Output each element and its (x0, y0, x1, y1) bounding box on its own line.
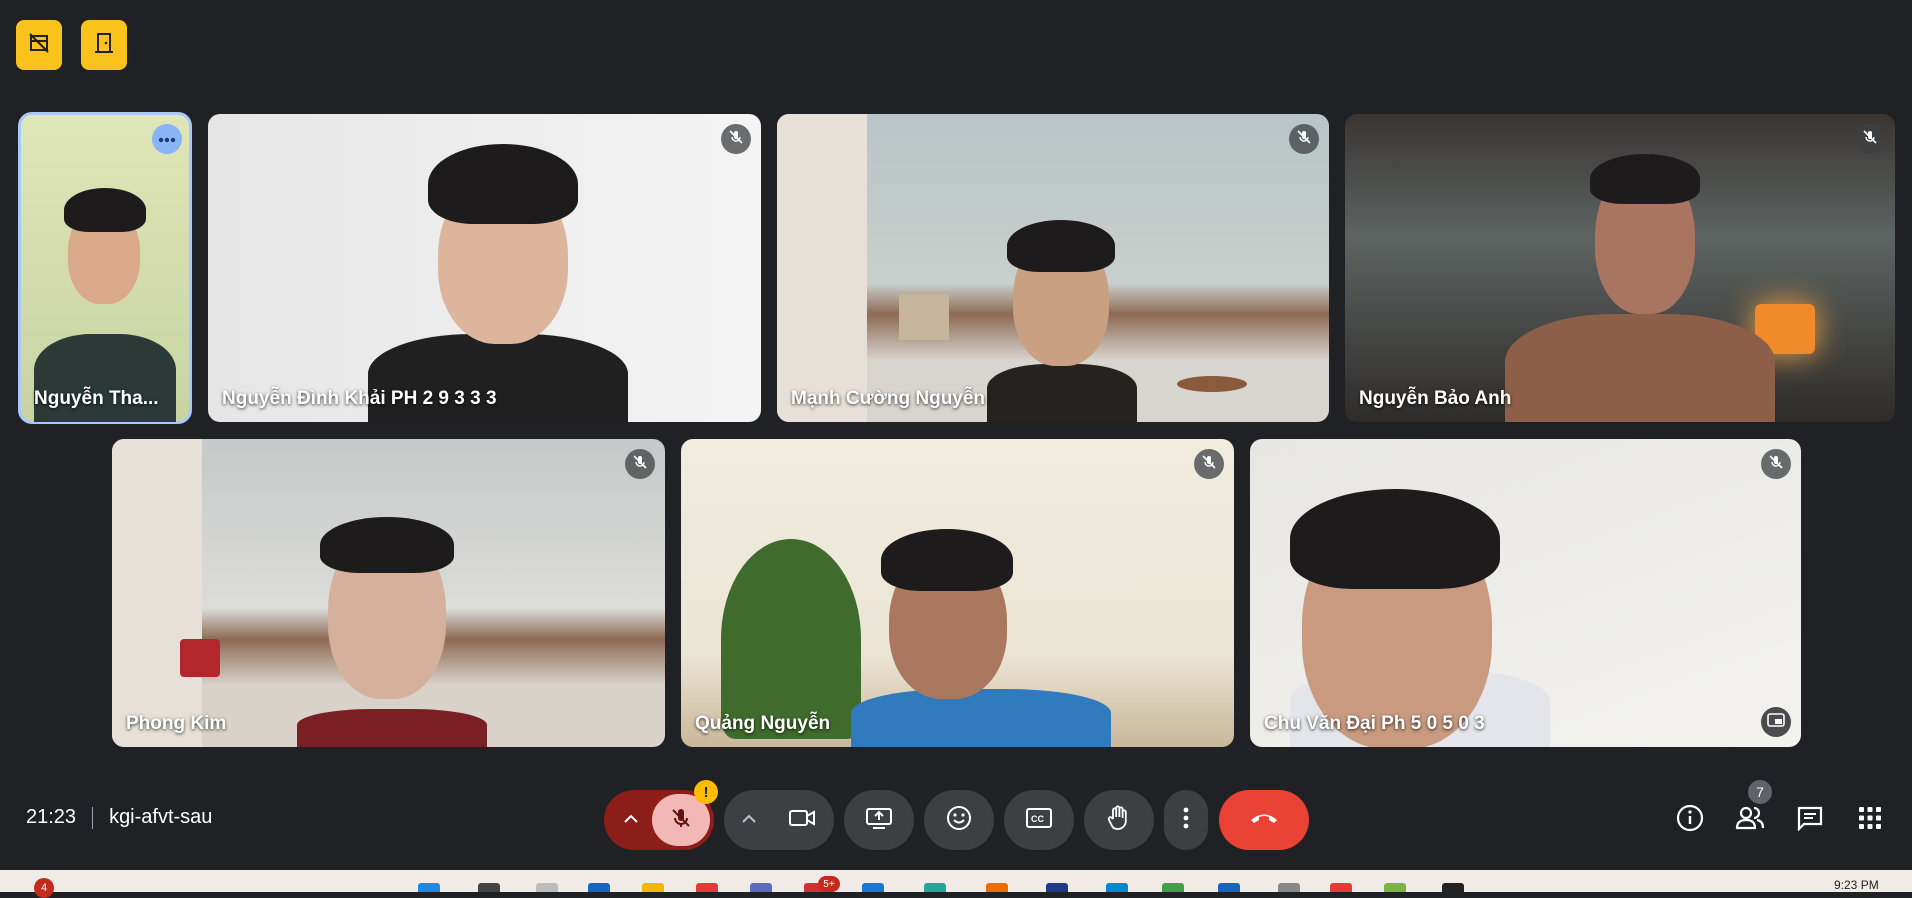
app-icon[interactable] (1384, 883, 1406, 892)
door-exit-icon (92, 31, 116, 60)
participant-name: Nguyễn Tha... (34, 388, 159, 409)
video-camera-icon (789, 809, 815, 832)
file-explorer-icon[interactable] (642, 883, 664, 892)
apps-grid-icon (1858, 806, 1882, 835)
participant-tile[interactable]: Phong Kim (112, 439, 665, 747)
muted-indicator (1289, 124, 1319, 154)
app-badge: 5+ (818, 876, 840, 892)
participant-name: Nguyễn Đình Khải PH 2 9 3 3 3 (222, 388, 497, 409)
audio-options-button[interactable] (604, 790, 658, 850)
hide-tiles-button[interactable] (16, 20, 62, 70)
participant-tile[interactable]: Nguyễn Bảo Anh (1345, 114, 1895, 422)
video-feed (1505, 314, 1775, 422)
os-taskbar (0, 870, 1912, 892)
meeting-info-button[interactable] (1668, 798, 1712, 842)
pip-icon (1767, 712, 1785, 732)
present-screen-icon (866, 807, 892, 834)
no-video-layout-icon (27, 31, 51, 60)
muted-indicator (1194, 449, 1224, 479)
info-icon (1676, 804, 1704, 837)
more-vertical-icon (1183, 807, 1189, 834)
participant-name: Mạnh Cường Nguyễn (791, 388, 986, 409)
participant-name: Nguyễn Bảo Anh (1359, 388, 1512, 409)
participant-tile[interactable]: Quảng Nguyễn (681, 439, 1234, 747)
participant-tile[interactable]: Nguyễn Tha... (18, 112, 192, 424)
more-options-button[interactable] (1164, 790, 1208, 850)
taskbar-clock: 9:23 PM (1834, 878, 1879, 892)
leave-room-button[interactable] (81, 20, 127, 70)
chevron-up-icon (742, 811, 756, 829)
chat-button[interactable] (1788, 798, 1832, 842)
muted-indicator (1855, 124, 1885, 154)
meeting-details: 21:23 kgi-afvt-sau (26, 806, 212, 829)
app-icon[interactable] (1330, 883, 1352, 892)
muted-indicator (721, 124, 751, 154)
store-icon[interactable] (862, 883, 884, 892)
start-icon[interactable] (418, 883, 440, 892)
mic-off-icon (1768, 454, 1784, 475)
participant-tile[interactable]: Nguyễn Đình Khải PH 2 9 3 3 3 (208, 114, 761, 422)
edge-icon[interactable] (588, 883, 610, 892)
muted-indicator (1761, 449, 1791, 479)
mic-off-icon (632, 454, 648, 475)
participant-count-badge: 7 (1748, 780, 1772, 804)
leave-call-button[interactable] (1219, 790, 1309, 850)
mic-off-icon (1201, 454, 1217, 475)
camera-control-group (724, 790, 834, 850)
app-icon[interactable] (1162, 883, 1184, 892)
participant-tile[interactable]: Chu Văn Đại Ph 5 0 5 0 3 (1250, 439, 1801, 747)
present-screen-button[interactable] (844, 790, 914, 850)
people-button[interactable]: 7 (1728, 780, 1772, 842)
app-icon[interactable] (1046, 883, 1068, 892)
divider (92, 806, 94, 829)
mic-control-group: ! (604, 780, 718, 850)
mic-off-icon (1296, 129, 1312, 150)
camera-toggle-button[interactable] (774, 794, 830, 846)
mic-warning-badge: ! (694, 780, 718, 804)
app-icon[interactable] (1106, 883, 1128, 892)
vscode-icon[interactable] (1218, 883, 1240, 892)
mic-off-icon (1862, 129, 1878, 150)
participant-name: Phong Kim (126, 713, 227, 734)
meeting-time: 21:23 (26, 806, 77, 828)
mic-off-icon (669, 806, 693, 835)
app-icon[interactable] (986, 883, 1008, 892)
more-options-button[interactable] (152, 124, 182, 154)
end-call-icon (1249, 811, 1279, 830)
video-options-button[interactable] (724, 790, 774, 850)
emoji-icon (946, 805, 972, 836)
chat-icon (1797, 805, 1823, 836)
app-icon[interactable] (1278, 883, 1300, 892)
app-icon[interactable] (924, 883, 946, 892)
reactions-button[interactable] (924, 790, 994, 850)
captions-button[interactable]: CC (1004, 790, 1074, 850)
chrome-icon[interactable] (696, 883, 718, 892)
teams-icon[interactable] (750, 883, 772, 892)
closed-captions-icon: CC (1026, 807, 1052, 833)
meeting-code: kgi-afvt-sau (109, 806, 213, 828)
more-horizontal-icon (158, 130, 176, 148)
activities-button[interactable] (1848, 798, 1892, 842)
video-feed (297, 709, 487, 747)
search-icon[interactable] (478, 883, 500, 892)
task-view-icon[interactable] (536, 883, 558, 892)
participant-name: Quảng Nguyễn (695, 713, 831, 734)
svg-text:CC: CC (1031, 814, 1044, 824)
muted-indicator (625, 449, 655, 479)
participant-tile[interactable]: Mạnh Cường Nguyễn (777, 114, 1329, 422)
video-feed (851, 689, 1111, 747)
participant-name: Chu Văn Đại Ph 5 0 5 0 3 (1264, 713, 1485, 734)
people-icon (1735, 806, 1765, 835)
mic-off-icon (728, 129, 744, 150)
app-icon[interactable] (1442, 883, 1464, 892)
chevron-up-icon (624, 811, 638, 829)
raise-hand-icon (1107, 805, 1131, 836)
picture-in-picture-button[interactable] (1761, 707, 1791, 737)
raise-hand-button[interactable] (1084, 790, 1154, 850)
notification-badge: 4 (34, 878, 54, 898)
video-feed (987, 364, 1137, 422)
